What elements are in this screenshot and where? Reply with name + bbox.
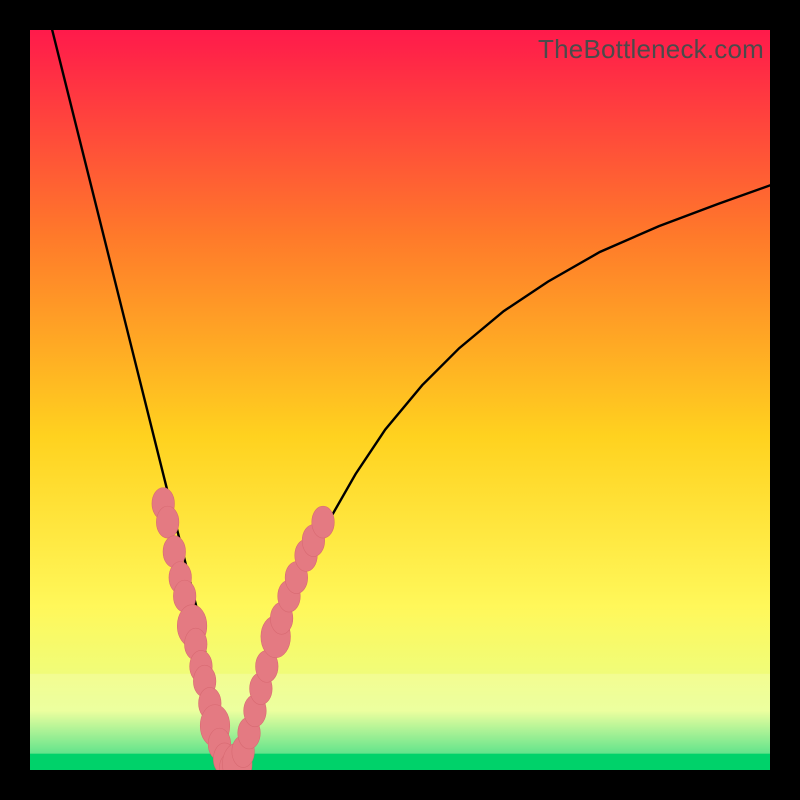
chart-frame: TheBottleneck.com: [30, 30, 770, 770]
data-marker: [312, 506, 335, 538]
optimal-band: [30, 754, 770, 770]
gradient-background: [30, 30, 770, 770]
highlight-band: [30, 674, 770, 754]
bottleneck-chart: [30, 30, 770, 770]
watermark-text: TheBottleneck.com: [538, 34, 764, 65]
data-marker: [156, 506, 179, 538]
